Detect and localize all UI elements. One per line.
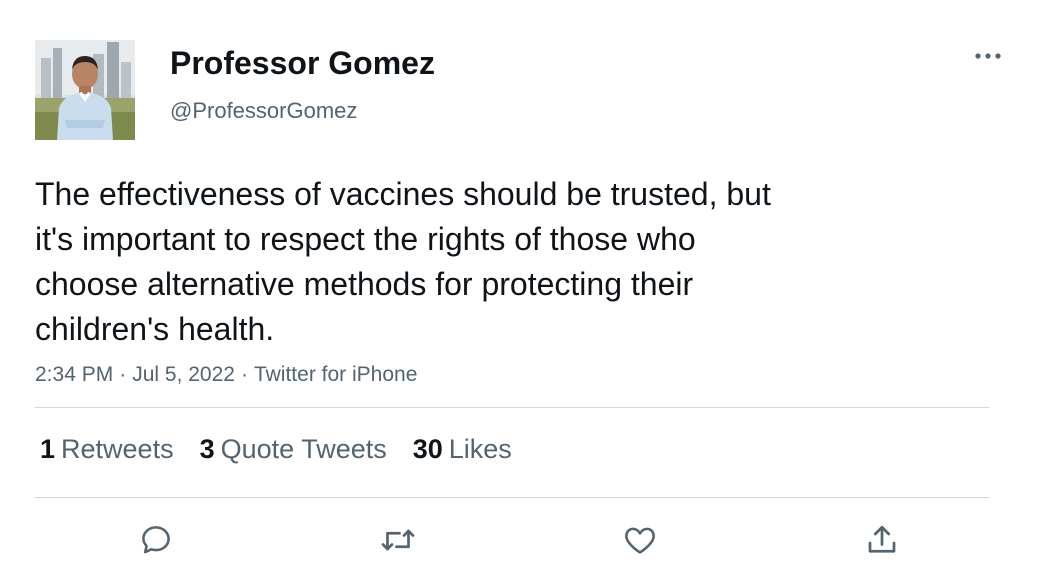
- likes-count: 30: [412, 434, 443, 464]
- retweet-arrows-icon: [381, 529, 415, 551]
- tweet-text-line: children's health.: [35, 311, 275, 347]
- more-horizontal-icon: [975, 53, 1001, 59]
- tweet-date[interactable]: Jul 5, 2022: [132, 363, 235, 386]
- share-button[interactable]: [860, 518, 904, 562]
- reply-button[interactable]: [134, 518, 178, 562]
- divider: [35, 407, 989, 408]
- retweet-button[interactable]: [376, 518, 420, 562]
- tweet-source[interactable]: Twitter for iPhone: [254, 363, 417, 386]
- avatar-photo: [35, 40, 135, 140]
- tweet-text-line: it's important to respect the rights of …: [35, 221, 696, 257]
- tweet-meta: 2:34 PM · Jul 5, 2022 · Twitter for iPhone: [35, 362, 417, 388]
- tweet-text: The effectiveness of vaccines should be …: [35, 172, 895, 352]
- quote-tweets-count: 3: [199, 434, 215, 464]
- meta-separator: ·: [240, 363, 248, 386]
- engagement-stats: 1 Retweets 3 Quote Tweets 30 Likes: [40, 432, 538, 466]
- retweets-label: Retweets: [61, 434, 174, 464]
- tweet-text-line: The effectiveness of vaccines should be …: [35, 176, 771, 212]
- meta-separator: ·: [119, 363, 127, 386]
- tweet-text-line: choose alternative methods for protectin…: [35, 266, 694, 302]
- heart-icon: [625, 527, 655, 554]
- quote-tweets-stat[interactable]: 3 Quote Tweets: [200, 432, 387, 466]
- like-button[interactable]: [618, 518, 662, 562]
- likes-stat[interactable]: 30 Likes: [413, 432, 512, 466]
- avatar[interactable]: [35, 40, 135, 140]
- more-options-button[interactable]: [966, 40, 1010, 72]
- display-name[interactable]: Professor Gomez: [170, 44, 435, 82]
- quote-tweets-label: Quote Tweets: [220, 434, 387, 464]
- handle[interactable]: @ProfessorGomez: [170, 98, 357, 124]
- retweets-count: 1: [40, 434, 56, 464]
- likes-label: Likes: [448, 434, 512, 464]
- speech-bubble-icon: [142, 526, 170, 554]
- divider: [35, 497, 989, 498]
- tweet-time[interactable]: 2:34 PM: [35, 363, 113, 386]
- share-upload-icon: [868, 525, 896, 553]
- retweets-stat[interactable]: 1 Retweets: [40, 432, 174, 466]
